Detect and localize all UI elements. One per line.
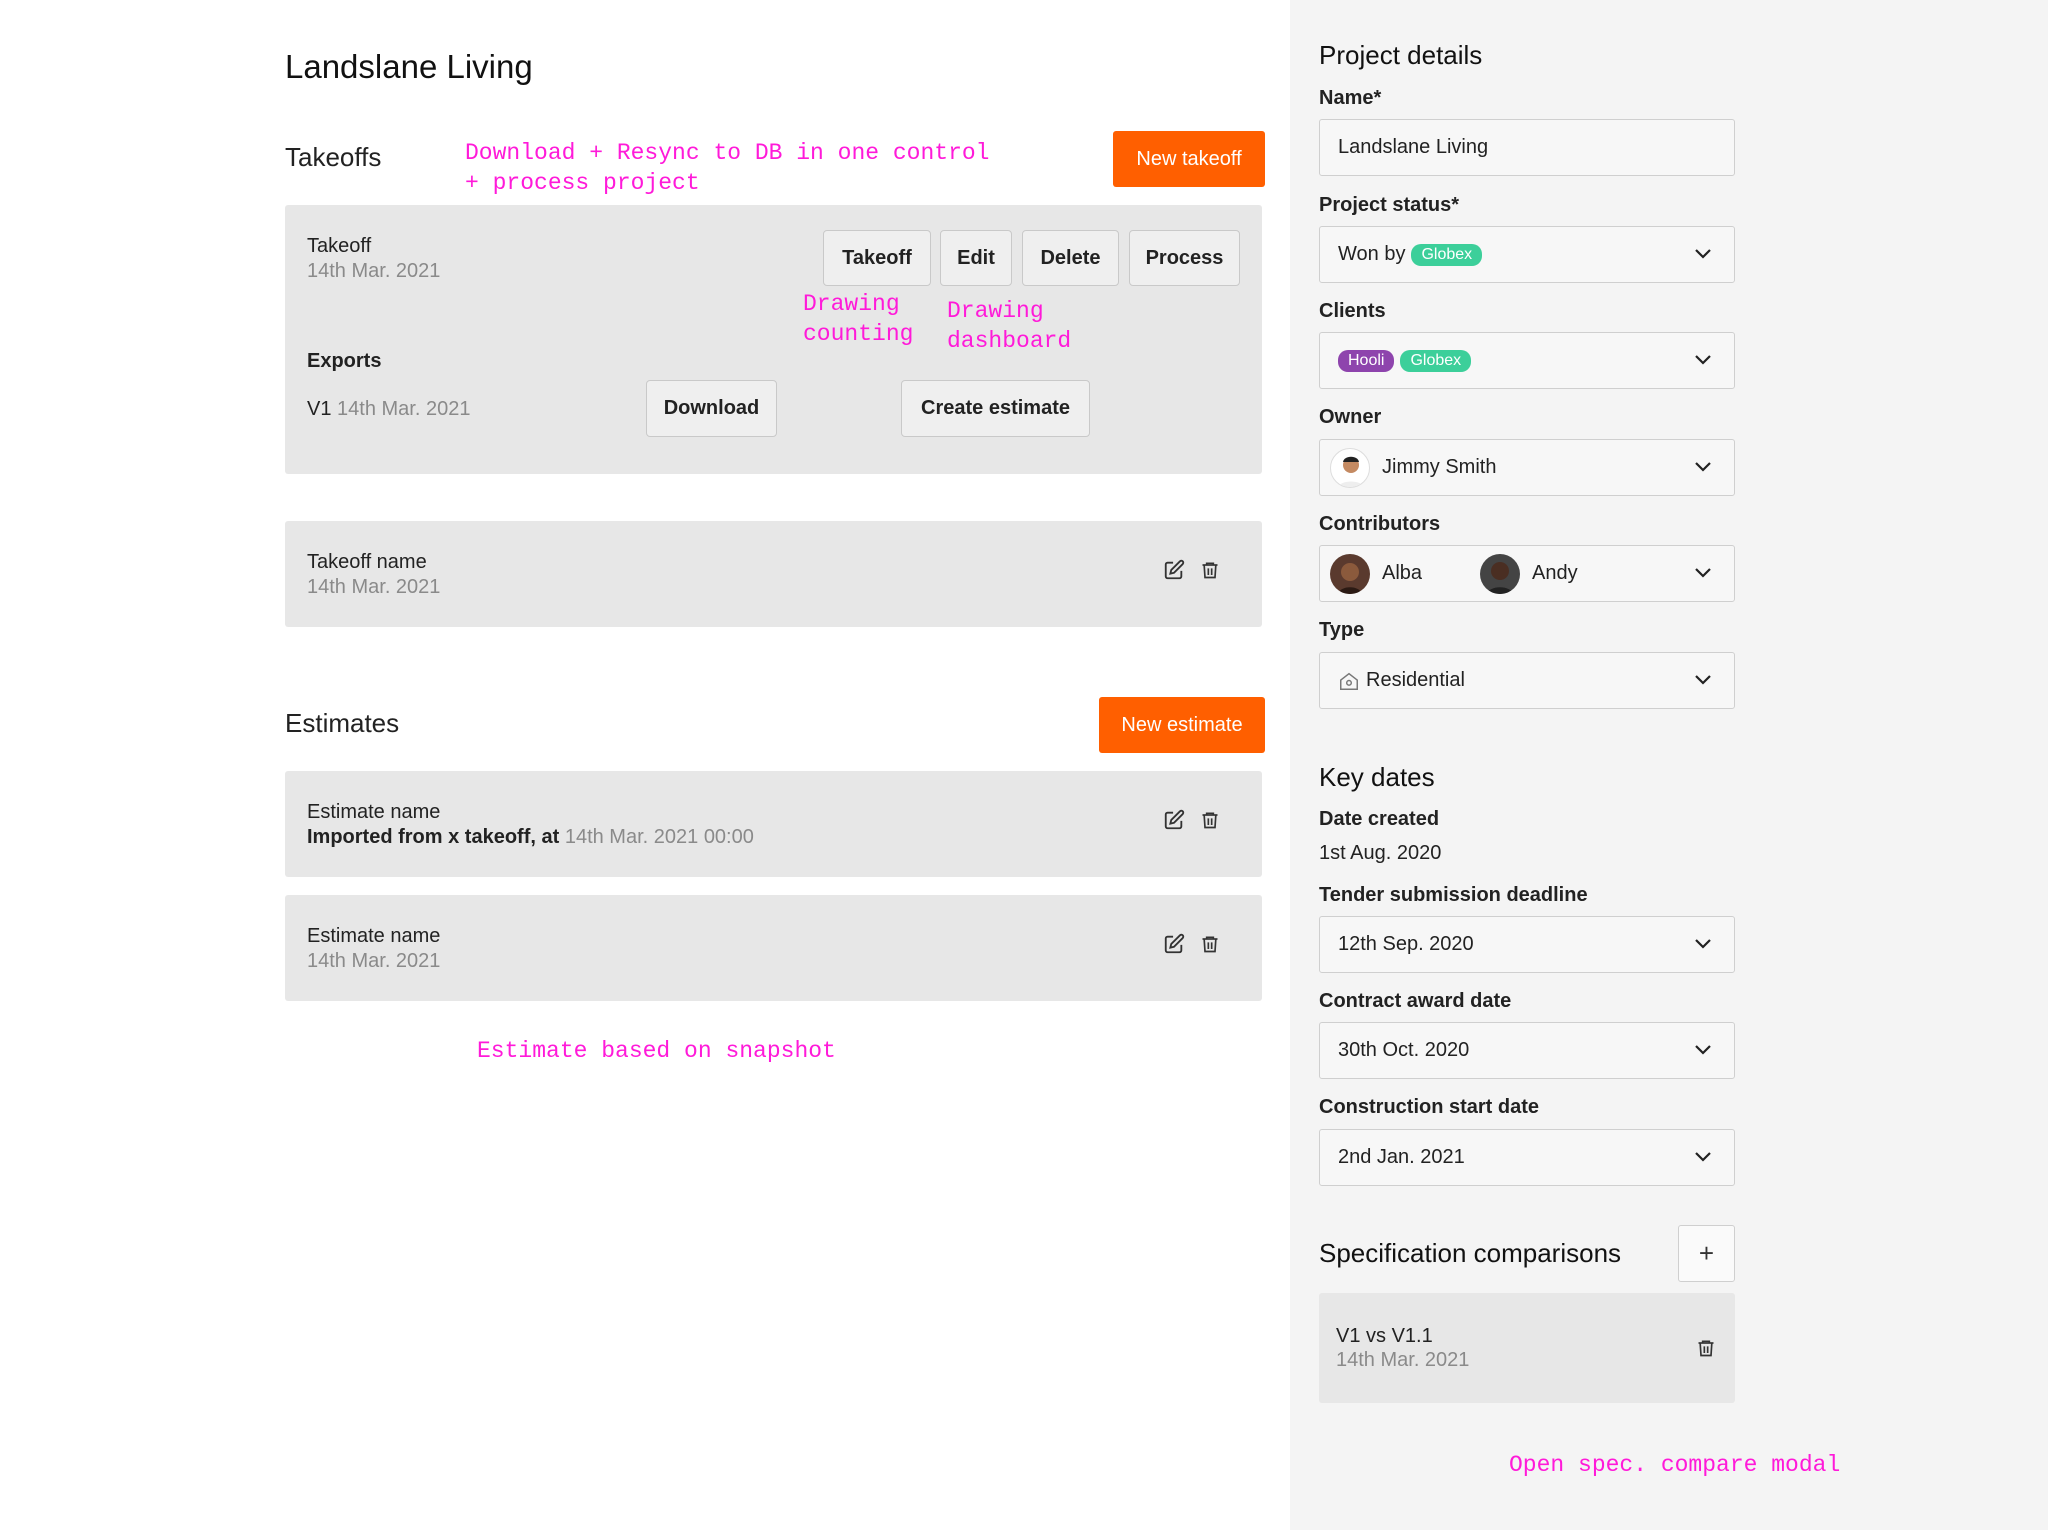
create-estimate-button[interactable]: Create estimate xyxy=(901,380,1090,437)
avatar xyxy=(1480,553,1521,594)
export-version: V1 xyxy=(307,398,332,420)
avatar xyxy=(1330,553,1370,594)
estimate-title: Estimate name xyxy=(307,801,441,823)
annotation-estimate-snapshot: Estimate based on snapshot xyxy=(477,1038,836,1064)
takeoffs-heading: Takeoffs xyxy=(285,142,382,172)
contributor-alba: Alba xyxy=(1382,562,1423,584)
award-date-label: Contract award date xyxy=(1319,990,1512,1012)
avatar xyxy=(1330,447,1370,488)
estimate-card: Estimate name 14th Mar. 2021 xyxy=(285,895,1262,1001)
status-client-pill: Globex xyxy=(1411,243,1483,266)
takeoff-card: Takeoff name 14th Mar. 2021 xyxy=(285,521,1262,627)
start-date-value: 2nd Jan. 2021 xyxy=(1338,1146,1465,1168)
trash-icon[interactable] xyxy=(1197,557,1223,583)
contributor-andy: Andy xyxy=(1532,562,1578,584)
contributors-label: Contributors xyxy=(1319,513,1441,535)
contributors-select[interactable]: Alba Andy xyxy=(1319,545,1735,602)
trash-icon[interactable] xyxy=(1693,1335,1719,1361)
owner-label: Owner xyxy=(1319,406,1382,428)
award-date-select[interactable]: 30th Oct. 2020 xyxy=(1319,1022,1735,1079)
chevron-down-icon xyxy=(1695,939,1711,949)
status-prefix: Won by xyxy=(1338,243,1406,265)
chevron-down-icon xyxy=(1695,249,1711,259)
delete-button[interactable]: Delete xyxy=(1022,230,1119,286)
estimate-subtitle: Imported from x takeoff, at 14th Mar. 20… xyxy=(307,826,754,849)
edit-button[interactable]: Edit xyxy=(940,230,1012,286)
tender-deadline-label: Tender submission deadline xyxy=(1319,884,1588,906)
chevron-down-icon xyxy=(1695,1152,1711,1162)
download-button[interactable]: Download xyxy=(646,380,777,437)
date-created-label: Date created xyxy=(1319,808,1440,830)
chevron-down-icon xyxy=(1695,1045,1711,1055)
trash-icon[interactable] xyxy=(1197,807,1223,833)
tender-deadline-value: 12th Sep. 2020 xyxy=(1338,933,1474,955)
trash-icon[interactable] xyxy=(1197,931,1223,957)
client-pill-globex: Globex xyxy=(1400,349,1472,372)
date-created-value: 1st Aug. 2020 xyxy=(1319,842,1442,864)
export-row: V1 14th Mar. 2021 xyxy=(307,398,470,421)
new-estimate-button[interactable]: New estimate xyxy=(1099,697,1265,753)
page-title: Landslane Living xyxy=(285,48,533,85)
name-value: Landslane Living xyxy=(1338,136,1489,158)
name-label: Name* xyxy=(1319,87,1382,109)
process-button[interactable]: Process xyxy=(1129,230,1240,286)
tender-deadline-select[interactable]: 12th Sep. 2020 xyxy=(1319,916,1735,973)
estimate-title: Estimate name xyxy=(307,925,441,947)
type-value: Residential xyxy=(1366,669,1465,691)
annotation-download-resync: Download + Resync to DB in one control +… xyxy=(465,140,990,196)
house-icon xyxy=(1340,672,1358,690)
clients-label: Clients xyxy=(1319,300,1386,322)
takeoff-card: Takeoff 14th Mar. 2021 Takeoff Edit Dele… xyxy=(285,205,1262,474)
spec-comparison-date: 14th Mar. 2021 xyxy=(1336,1349,1470,1371)
chevron-down-icon xyxy=(1695,462,1711,472)
award-date-value: 30th Oct. 2020 xyxy=(1338,1039,1470,1061)
takeoff-date: 14th Mar. 2021 xyxy=(307,260,441,282)
new-takeoff-button[interactable]: New takeoff xyxy=(1113,131,1265,187)
takeoff-button[interactable]: Takeoff xyxy=(823,230,931,286)
key-dates-heading: Key dates xyxy=(1319,762,1435,792)
annotation-drawing-dashboard: Drawing dashboard xyxy=(947,298,1072,354)
edit-icon[interactable] xyxy=(1161,557,1187,583)
edit-icon[interactable] xyxy=(1161,931,1187,957)
add-spec-comparison-button[interactable]: + xyxy=(1678,1225,1735,1282)
name-field[interactable]: Landslane Living xyxy=(1319,119,1735,176)
takeoff-title: Takeoff name xyxy=(307,551,427,573)
edit-icon[interactable] xyxy=(1161,807,1187,833)
spec-comparisons-heading: Specification comparisons xyxy=(1319,1238,1622,1268)
spec-comparison-card[interactable]: V1 vs V1.1 14th Mar. 2021 xyxy=(1319,1293,1735,1403)
client-pill-hooli: Hooli xyxy=(1338,349,1395,372)
estimate-date: 14th Mar. 2021 xyxy=(307,950,441,972)
chevron-down-icon xyxy=(1695,568,1711,578)
spec-comparison-title: V1 vs V1.1 xyxy=(1336,1325,1433,1347)
owner-select[interactable]: Jimmy Smith xyxy=(1319,439,1735,496)
takeoff-date: 14th Mar. 2021 xyxy=(307,576,441,598)
estimate-date: 14th Mar. 2021 00:00 xyxy=(564,826,754,848)
status-label: Project status* xyxy=(1319,194,1460,216)
estimate-import-label: Imported from x takeoff, at xyxy=(307,826,560,848)
annotation-drawing-counting: Drawing counting xyxy=(803,291,914,347)
estimate-card: Estimate name Imported from x takeoff, a… xyxy=(285,771,1262,877)
start-date-label: Construction start date xyxy=(1319,1096,1540,1118)
owner-name: Jimmy Smith xyxy=(1382,456,1497,478)
start-date-select[interactable]: 2nd Jan. 2021 xyxy=(1319,1129,1735,1186)
chevron-down-icon xyxy=(1695,355,1711,365)
type-label: Type xyxy=(1319,619,1365,641)
chevron-down-icon xyxy=(1695,675,1711,685)
project-details-heading: Project details xyxy=(1319,40,1483,70)
status-select[interactable]: Won by Globex xyxy=(1319,226,1735,283)
exports-label: Exports xyxy=(307,350,382,372)
takeoff-title: Takeoff xyxy=(307,235,372,257)
annotation-spec-compare-modal: Open spec. compare modal xyxy=(1509,1452,1841,1478)
type-select[interactable]: Residential xyxy=(1319,652,1735,709)
clients-select[interactable]: Hooli Globex xyxy=(1319,332,1735,389)
estimates-heading: Estimates xyxy=(285,708,400,738)
export-date: 14th Mar. 2021 xyxy=(337,398,471,420)
